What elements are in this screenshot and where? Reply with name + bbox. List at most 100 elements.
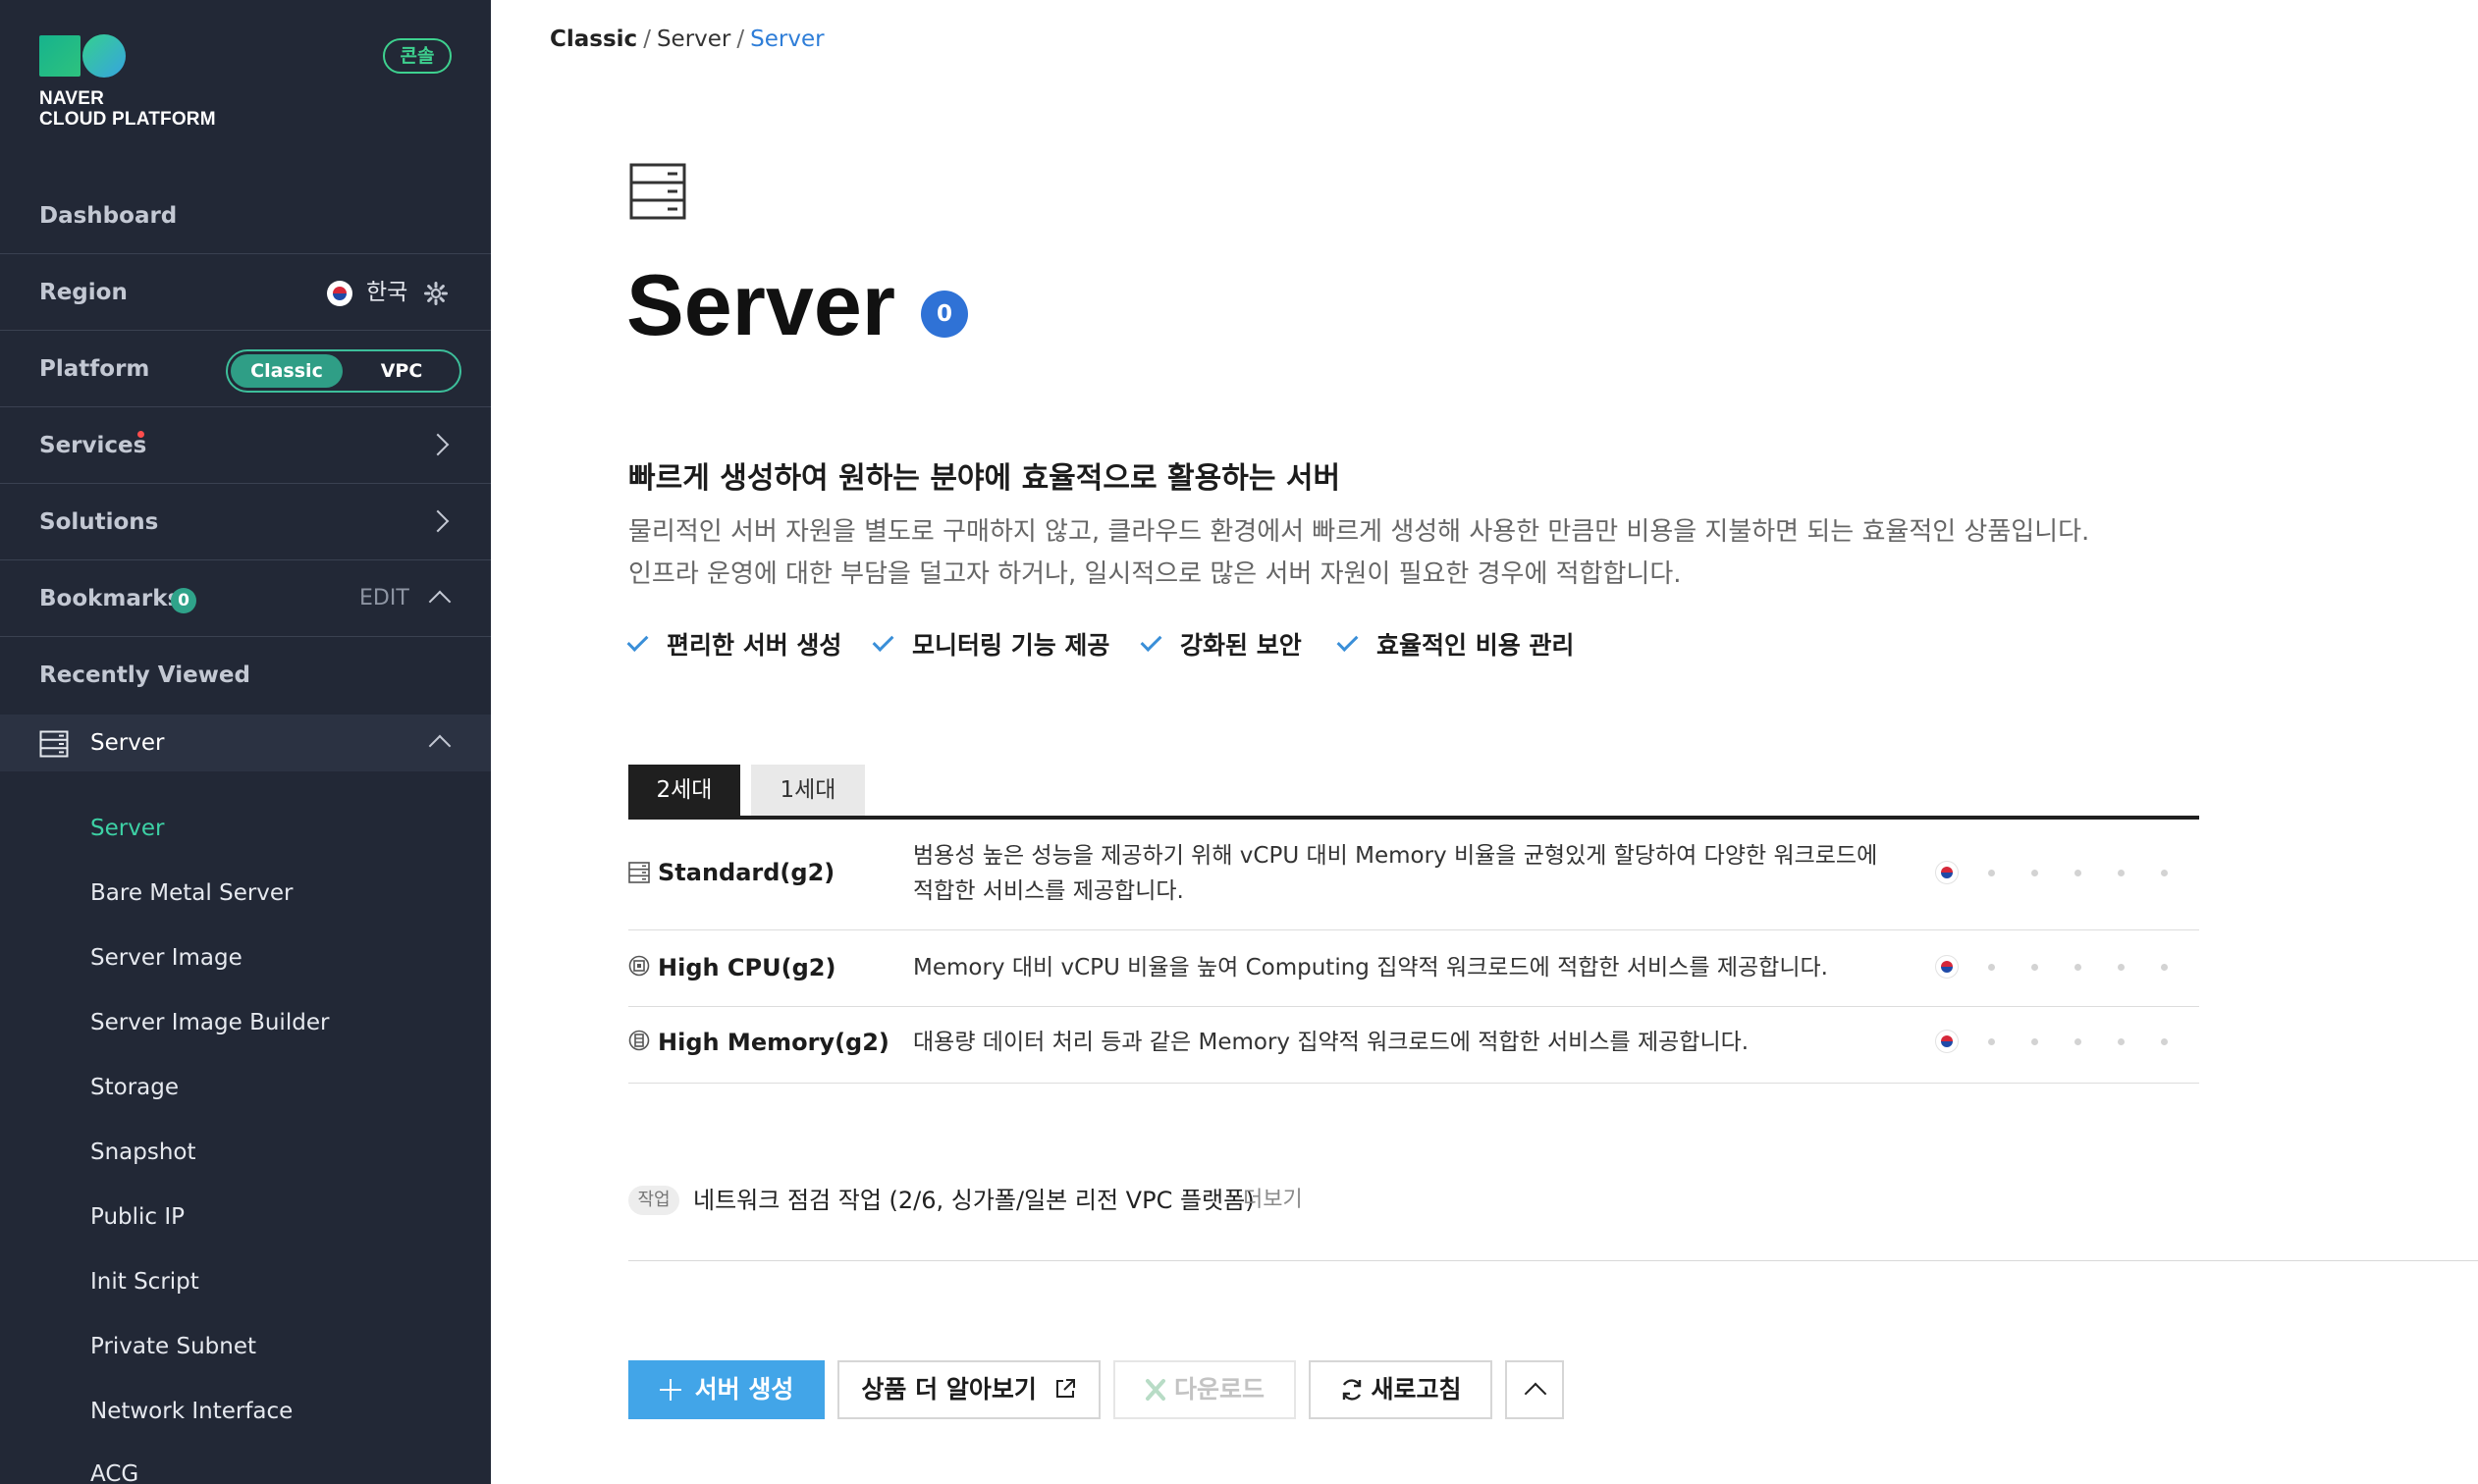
notice-more-link[interactable]: 더보기 — [1243, 1182, 1303, 1219]
sidebar-item-acg[interactable]: ACG — [90, 1455, 138, 1484]
refresh-icon — [1343, 1379, 1362, 1401]
check-icon — [1336, 630, 1359, 652]
bookmarks-count-badge: 0 — [171, 588, 196, 613]
plus-icon — [659, 1379, 681, 1401]
breadcrumb-item-classic[interactable]: Classic — [550, 26, 637, 52]
platform-option-vpc[interactable]: VPC — [346, 354, 458, 388]
sidebar-item-solutions[interactable]: Solutions — [0, 484, 491, 560]
sidebar-item-snapshot[interactable]: Snapshot — [90, 1133, 196, 1172]
new-indicator-dot — [137, 431, 144, 438]
logo-text: NAVER CLOUD PLATFORM — [39, 88, 216, 130]
region-dot-icon — [2118, 964, 2125, 971]
product-row-high-cpu[interactable]: High CPU(g2) Memory 대비 vCPU 비율을 높여 Compu… — [628, 930, 2199, 1007]
product-description: 대용량 데이터 처리 등과 같은 Memory 집약적 워크로드에 적합한 서비… — [913, 1030, 1750, 1055]
product-name[interactable]: High CPU(g2) — [658, 952, 835, 983]
region-dot-icon — [2074, 1038, 2081, 1045]
sidebar-item-private-subnet[interactable]: Private Subnet — [90, 1327, 256, 1366]
feature-item: 강화된 보안 — [1140, 626, 1302, 665]
sidebar-item-services[interactable]: Services — [0, 407, 491, 484]
sidebar-item-dashboard[interactable]: Dashboard — [0, 178, 491, 254]
breadcrumb-separator: / — [736, 26, 745, 52]
sidebar-item-bare-metal-server[interactable]: Bare Metal Server — [90, 874, 294, 913]
chevron-right-icon — [426, 509, 450, 533]
tab-gen1[interactable]: 1세대 — [751, 765, 865, 816]
sidebar-region-row: Region 한국 — [0, 254, 491, 331]
region-dot-icon — [2031, 870, 2038, 876]
region-dot-icon — [1988, 870, 1995, 876]
korea-flag-icon — [1935, 955, 1959, 979]
platform-toggle[interactable]: Classic VPC — [226, 349, 461, 393]
chevron-up-icon[interactable] — [428, 590, 452, 613]
region-dot-icon — [2074, 964, 2081, 971]
region-dot-icon — [2031, 964, 2038, 971]
breadcrumb: Classic / Server / Server — [550, 22, 825, 57]
feature-item: 모니터링 기능 제공 — [872, 626, 1109, 665]
bookmarks-label: Bookmarks — [39, 586, 182, 611]
region-dot-icon — [1988, 964, 1995, 971]
server-count-badge: 0 — [921, 291, 968, 338]
external-link-icon — [1055, 1379, 1075, 1398]
breadcrumb-current: Server — [750, 26, 825, 52]
sidebar-item-public-ip[interactable]: Public IP — [90, 1197, 185, 1237]
console-badge[interactable]: 콘솔 — [383, 38, 452, 74]
dashboard-label: Dashboard — [39, 203, 178, 229]
server-icon — [39, 730, 69, 758]
sidebar-item-server-image[interactable]: Server Image — [90, 938, 242, 978]
breadcrumb-separator: / — [643, 26, 651, 52]
server-group-label: Server — [90, 730, 165, 756]
region-dot-icon — [2031, 1038, 2038, 1045]
platform-label: Platform — [39, 356, 150, 382]
section-divider — [628, 1260, 2478, 1261]
notice-text[interactable]: 네트워크 점검 작업 (2/6, 싱가폴/일본 리전 VPC 플랫폼) — [693, 1182, 1255, 1219]
sidebar-item-bookmarks[interactable]: Bookmarks 0 EDIT — [0, 560, 491, 637]
sidebar-item-server-image-builder[interactable]: Server Image Builder — [90, 1003, 329, 1042]
feature-item: 효율적인 비용 관리 — [1336, 626, 1574, 665]
platform-option-classic[interactable]: Classic — [231, 354, 343, 388]
sidebar-item-network-interface[interactable]: Network Interface — [90, 1392, 293, 1431]
feature-item: 편리한 서버 생성 — [626, 626, 841, 665]
server-icon — [628, 862, 650, 883]
product-name[interactable]: Standard(g2) — [658, 857, 835, 888]
cpu-icon — [628, 955, 650, 977]
sidebar-platform-row: Platform Classic VPC — [0, 331, 491, 407]
breadcrumb-item-server[interactable]: Server — [657, 26, 730, 52]
sidebar-item-init-script[interactable]: Init Script — [90, 1262, 199, 1301]
services-label: Services — [39, 433, 147, 458]
sidebar-item-storage[interactable]: Storage — [90, 1068, 179, 1107]
create-server-button[interactable]: 서버 생성 — [628, 1360, 825, 1419]
sidebar-group-server[interactable]: Server — [0, 715, 491, 771]
korea-flag-icon — [327, 281, 352, 306]
bookmarks-edit-button[interactable]: EDIT — [359, 560, 409, 637]
server-icon — [629, 163, 686, 220]
sidebar-item-server[interactable]: Server — [90, 809, 164, 848]
region-dot-icon — [2118, 1038, 2125, 1045]
check-icon — [1140, 630, 1162, 652]
tab-gen2[interactable]: 2세대 — [628, 765, 740, 816]
chevron-up-icon[interactable] — [428, 734, 452, 758]
gear-icon[interactable] — [424, 282, 448, 305]
refresh-button[interactable]: 새로고침 — [1309, 1360, 1492, 1419]
region-dot-icon — [2118, 870, 2125, 876]
solutions-label: Solutions — [39, 509, 159, 535]
check-icon — [872, 630, 894, 652]
korea-flag-icon — [1935, 1030, 1959, 1053]
region-dot-icon — [2161, 870, 2168, 876]
region-value[interactable]: 한국 — [366, 254, 407, 331]
page-title: Server — [626, 256, 896, 353]
logo-mark-icon — [39, 33, 334, 79]
region-dot-icon — [2161, 964, 2168, 971]
korea-flag-icon — [1935, 861, 1959, 884]
product-description: Memory 대비 vCPU 비율을 높여 Computing 집약적 워크로드… — [913, 955, 1828, 980]
learn-more-button[interactable]: 상품 더 알아보기 — [837, 1360, 1101, 1419]
product-row-standard[interactable]: Standard(g2) 범용성 높은 성능을 제공하기 위해 vCPU 대비 … — [628, 820, 2199, 930]
naver-cloud-logo[interactable]: NAVER CLOUD PLATFORM — [39, 33, 334, 141]
product-row-high-memory[interactable]: High Memory(g2) 대용량 데이터 처리 등과 같은 Memory … — [628, 1007, 2199, 1084]
region-dot-icon — [2161, 1038, 2168, 1045]
sidebar: NAVER CLOUD PLATFORM 콘솔 Dashboard Region… — [0, 0, 491, 1484]
download-button[interactable]: 다운로드 — [1113, 1360, 1296, 1419]
product-headline: 빠르게 생성하여 원하는 분야에 효율적으로 활용하는 서버 — [628, 461, 1341, 496]
product-name[interactable]: High Memory(g2) — [658, 1027, 889, 1058]
collapse-button[interactable] — [1505, 1360, 1564, 1419]
chevron-up-icon — [1524, 1382, 1547, 1405]
product-description-line-2: 인프라 운영에 대한 부담을 덜고자 하거나, 일시적으로 많은 서버 자원이 … — [628, 559, 1682, 589]
